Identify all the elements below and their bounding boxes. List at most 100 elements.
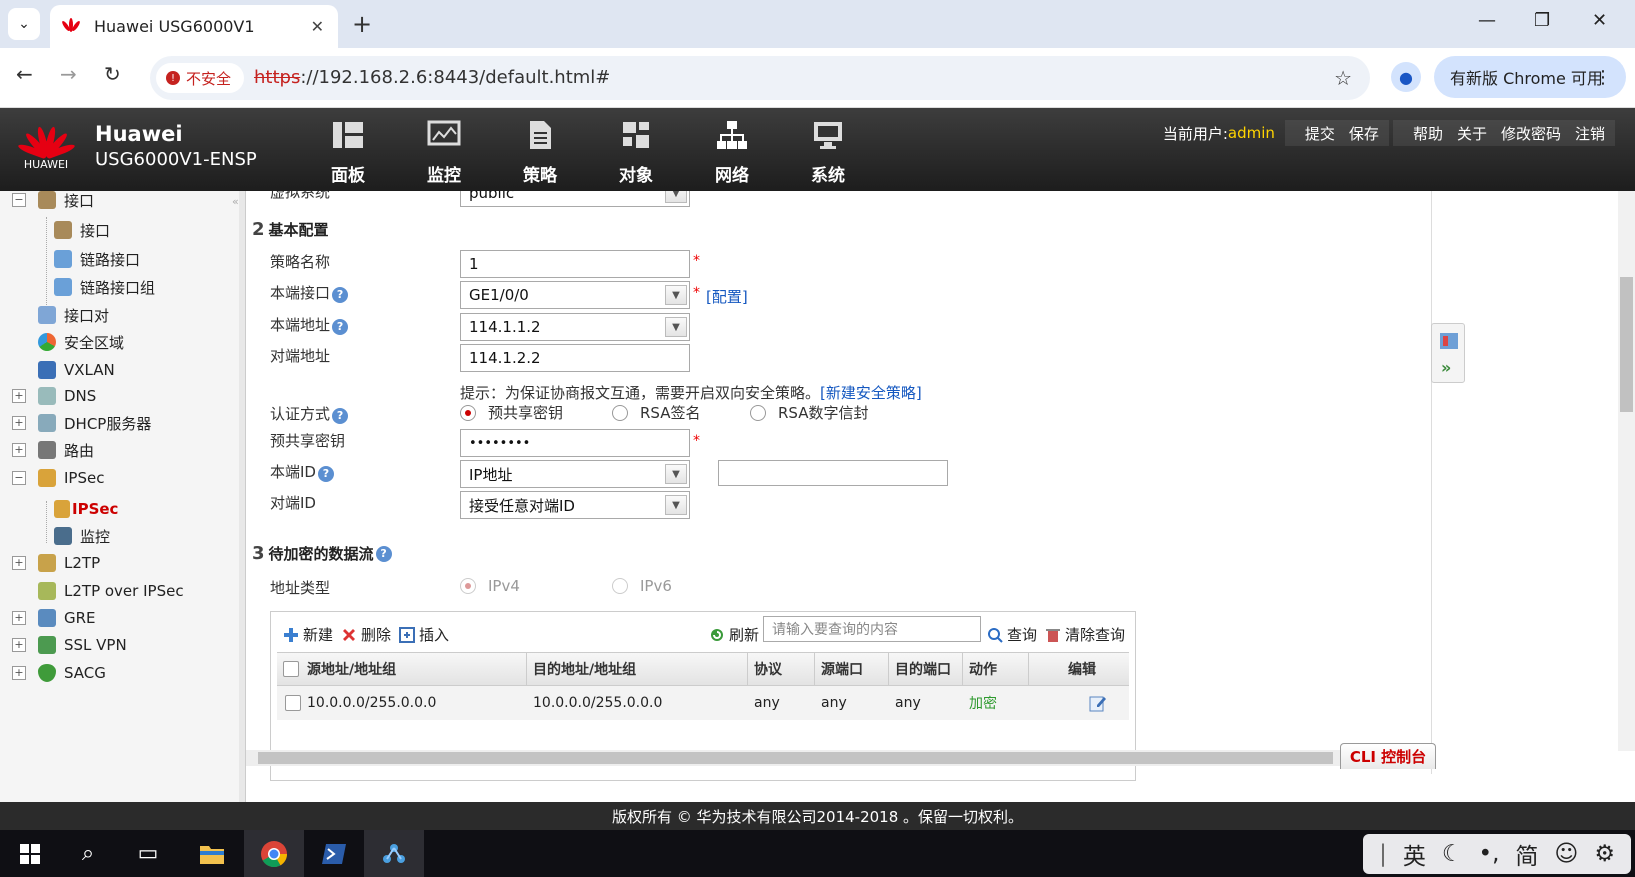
maximize-icon[interactable]: ❐ — [1534, 10, 1550, 31]
radio-rsa-signature[interactable]: RSA签名 — [612, 402, 700, 423]
search-icon[interactable]: ⌕ — [58, 830, 118, 877]
gear-icon[interactable]: ⚙ — [1594, 841, 1615, 867]
expand-icon[interactable]: + — [12, 416, 26, 430]
vertical-scrollbar[interactable] — [1618, 191, 1635, 751]
policy-name-input[interactable]: 1 — [460, 250, 690, 278]
expand-panel-icon[interactable]: » — [1441, 358, 1451, 377]
column-source-port[interactable]: 源端口 — [815, 653, 889, 685]
column-protocol[interactable]: 协议 — [748, 653, 815, 685]
radio-preshared-key[interactable]: 预共享密钥 — [460, 402, 563, 423]
bookmark-star-icon[interactable]: ☆ — [1334, 66, 1352, 90]
sidebar-item-interface-pair[interactable]: 接口对 — [38, 302, 109, 328]
configure-link[interactable]: [配置] — [706, 286, 748, 307]
nav-network[interactable]: 网络 — [684, 120, 780, 186]
local-interface-select[interactable]: GE1/0/0 ▼ — [460, 281, 690, 309]
sidebar-item-gre[interactable]: + GRE — [12, 605, 96, 631]
help-icon[interactable]: ? — [332, 319, 349, 335]
new-button[interactable]: 新建 — [283, 624, 333, 645]
row-checkbox[interactable] — [285, 686, 301, 720]
ime-simplified-toggle[interactable]: 简 — [1515, 837, 1538, 871]
sidebar-item-l2tp-over-ipsec[interactable]: L2TP over IPSec — [38, 578, 184, 604]
punctuation-icon[interactable]: •, — [1479, 841, 1500, 867]
sidebar-item-interface[interactable]: − 接口 — [12, 187, 94, 213]
sidebar-splitter[interactable] — [239, 191, 245, 802]
nav-policy[interactable]: 策略 — [492, 120, 588, 186]
expand-icon[interactable]: + — [12, 443, 26, 457]
close-tab-icon[interactable]: ✕ — [311, 17, 324, 36]
logout-button[interactable]: 注销 — [1573, 123, 1607, 144]
panel-icon[interactable] — [1439, 332, 1459, 350]
nav-monitor[interactable]: 监控 — [396, 120, 492, 186]
close-window-icon[interactable]: ✕ — [1592, 10, 1607, 31]
peer-id-select[interactable]: 接受任意对端ID ▼ — [460, 491, 690, 519]
help-icon[interactable]: ? — [332, 287, 349, 303]
collapse-icon[interactable]: − — [12, 193, 26, 207]
expand-icon[interactable]: + — [12, 556, 26, 570]
expand-icon[interactable]: + — [12, 666, 26, 680]
local-id-value-input[interactable] — [718, 460, 948, 486]
tab-search-button[interactable]: ⌄ — [8, 8, 40, 40]
new-security-policy-link[interactable]: [新建安全策略] — [820, 384, 922, 402]
profile-icon[interactable]: ● — [1391, 62, 1421, 92]
local-address-select[interactable]: 114.1.1.2 ▼ — [460, 313, 690, 341]
submit-button[interactable]: 提交 — [1303, 123, 1337, 144]
sidebar-item-security-zone[interactable]: 安全区域 — [38, 329, 124, 355]
back-icon[interactable]: ← — [16, 62, 33, 86]
new-tab-icon[interactable]: + — [352, 10, 372, 38]
radio-ipv6[interactable]: IPv6 — [612, 577, 672, 595]
reload-icon[interactable]: ↻ — [104, 62, 121, 86]
powershell-icon[interactable] — [304, 830, 364, 877]
peer-address-input[interactable]: 114.1.2.2 — [460, 344, 690, 372]
expand-icon[interactable]: + — [12, 389, 26, 403]
cli-console-button[interactable]: CLI 控制台 — [1340, 743, 1436, 769]
ensp-icon[interactable] — [364, 830, 424, 877]
sidebar-item-link-interface[interactable]: 链路接口 — [54, 246, 140, 272]
select-all-checkbox[interactable] — [283, 661, 299, 677]
scrollbar-thumb[interactable] — [258, 752, 1333, 764]
sidebar-item-sacg[interactable]: + SACG — [12, 660, 106, 686]
ime-language-toggle[interactable]: 英 — [1403, 837, 1426, 871]
forward-icon[interactable]: → — [60, 62, 77, 86]
sidebar-item-interface-sub[interactable]: 接口 — [54, 217, 110, 243]
edit-icon[interactable] — [1089, 686, 1107, 720]
local-id-select[interactable]: IP地址 ▼ — [460, 460, 690, 488]
sidebar-item-route[interactable]: + 路由 — [12, 437, 94, 463]
column-destination[interactable]: 目的地址/地址组 — [527, 653, 748, 685]
clear-query-button[interactable]: 清除查询 — [1045, 624, 1125, 645]
moon-icon[interactable]: ☾ — [1442, 841, 1463, 867]
security-chip[interactable]: ! 不安全 — [156, 63, 244, 93]
table-row[interactable]: 10.0.0.0/255.0.0.0 10.0.0.0/255.0.0.0 an… — [277, 686, 1129, 720]
radio-ipv4[interactable]: IPv4 — [460, 577, 520, 595]
sidebar-item-ssl-vpn[interactable]: + SSL VPN — [12, 632, 127, 658]
help-icon[interactable]: ? — [375, 545, 392, 562]
url-text[interactable]: https://192.168.2.6:8443/default.html# — [254, 67, 610, 88]
column-destination-port[interactable]: 目的端口 — [889, 653, 963, 685]
windows-start-icon[interactable] — [0, 830, 60, 877]
collapse-icon[interactable]: − — [12, 471, 26, 485]
column-action[interactable]: 动作 — [963, 653, 1029, 685]
column-source[interactable]: 源地址/地址组 — [277, 653, 527, 685]
sidebar-item-dhcp[interactable]: + DHCP服务器 — [12, 410, 151, 436]
sidebar-item-dns[interactable]: + DNS — [12, 383, 96, 409]
radio-rsa-envelope[interactable]: RSA数字信封 — [750, 402, 868, 423]
nav-object[interactable]: 对象 — [588, 120, 684, 186]
scrollbar-thumb[interactable] — [1620, 277, 1633, 412]
nav-dashboard[interactable]: 面板 — [300, 120, 396, 186]
query-button[interactable]: 查询 — [987, 624, 1037, 645]
insert-button[interactable]: 插入 — [399, 624, 449, 645]
horizontal-scrollbar[interactable] — [246, 750, 1346, 766]
sidebar-item-ipsec[interactable]: − IPSec — [12, 465, 104, 491]
help-icon[interactable]: ? — [317, 466, 334, 482]
refresh-button[interactable]: 刷新 — [709, 624, 759, 645]
vsys-select[interactable]: public ▼ — [460, 191, 690, 207]
psk-input[interactable]: •••••••• — [460, 429, 690, 457]
update-chrome-button[interactable]: 有新版 Chrome 可用 ⋮ — [1434, 56, 1626, 98]
task-view-icon[interactable]: ▭ — [118, 830, 178, 877]
file-explorer-icon[interactable] — [182, 830, 242, 877]
sidebar-item-link-interface-group[interactable]: 链路接口组 — [54, 274, 155, 300]
collapse-sidebar-icon[interactable]: « — [232, 195, 239, 208]
browser-tab[interactable]: Huawei USG6000V1 ✕ — [50, 5, 338, 48]
expand-icon[interactable]: + — [12, 611, 26, 625]
search-input[interactable]: 请输入要查询的内容 — [763, 616, 981, 642]
column-edit[interactable]: 编辑 — [1029, 653, 1129, 685]
